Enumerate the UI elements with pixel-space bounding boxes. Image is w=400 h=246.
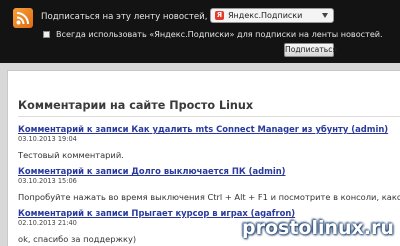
comment-date: 03.10.2013 15:06	[18, 177, 77, 185]
always-use-option: Всегда использовать «Яндекс.Подписки» дл…	[43, 29, 383, 39]
chevron-down-icon	[322, 13, 328, 18]
comment-text: Попробуйте нажать во время выключения Ct…	[18, 192, 400, 202]
comment-date: 03.10.2013 19:04	[18, 135, 77, 143]
list-item: Комментарий к записи Как удалить mts Con…	[18, 124, 388, 160]
feed-reader-selected-value: Яндекс.Подписки	[228, 11, 303, 20]
yandex-icon: Я	[215, 11, 224, 20]
feed-reader-select[interactable]: Я Яндекс.Подписки	[210, 8, 334, 23]
always-use-label: Всегда использовать «Яндекс.Подписки» дл…	[56, 29, 383, 39]
always-use-checkbox[interactable]	[43, 30, 50, 38]
page-title: Комментарии на сайте Просто Linux	[18, 99, 254, 112]
comment-link[interactable]: Комментарий к записи Долго выключается П…	[18, 166, 400, 176]
rss-icon	[13, 8, 33, 28]
site-watermark: prostolinux.ru	[242, 217, 394, 239]
list-item: Комментарий к записи Долго выключается П…	[18, 166, 400, 202]
subscribe-button[interactable]: Подписаться	[284, 43, 337, 57]
title-divider	[18, 116, 400, 117]
subscribe-bar: Подписаться на эту ленту новостей, испол…	[0, 0, 400, 63]
comment-link[interactable]: Комментарий к записи Как удалить mts Con…	[18, 124, 388, 134]
comment-text: Тестовый комментарий.	[18, 150, 124, 160]
